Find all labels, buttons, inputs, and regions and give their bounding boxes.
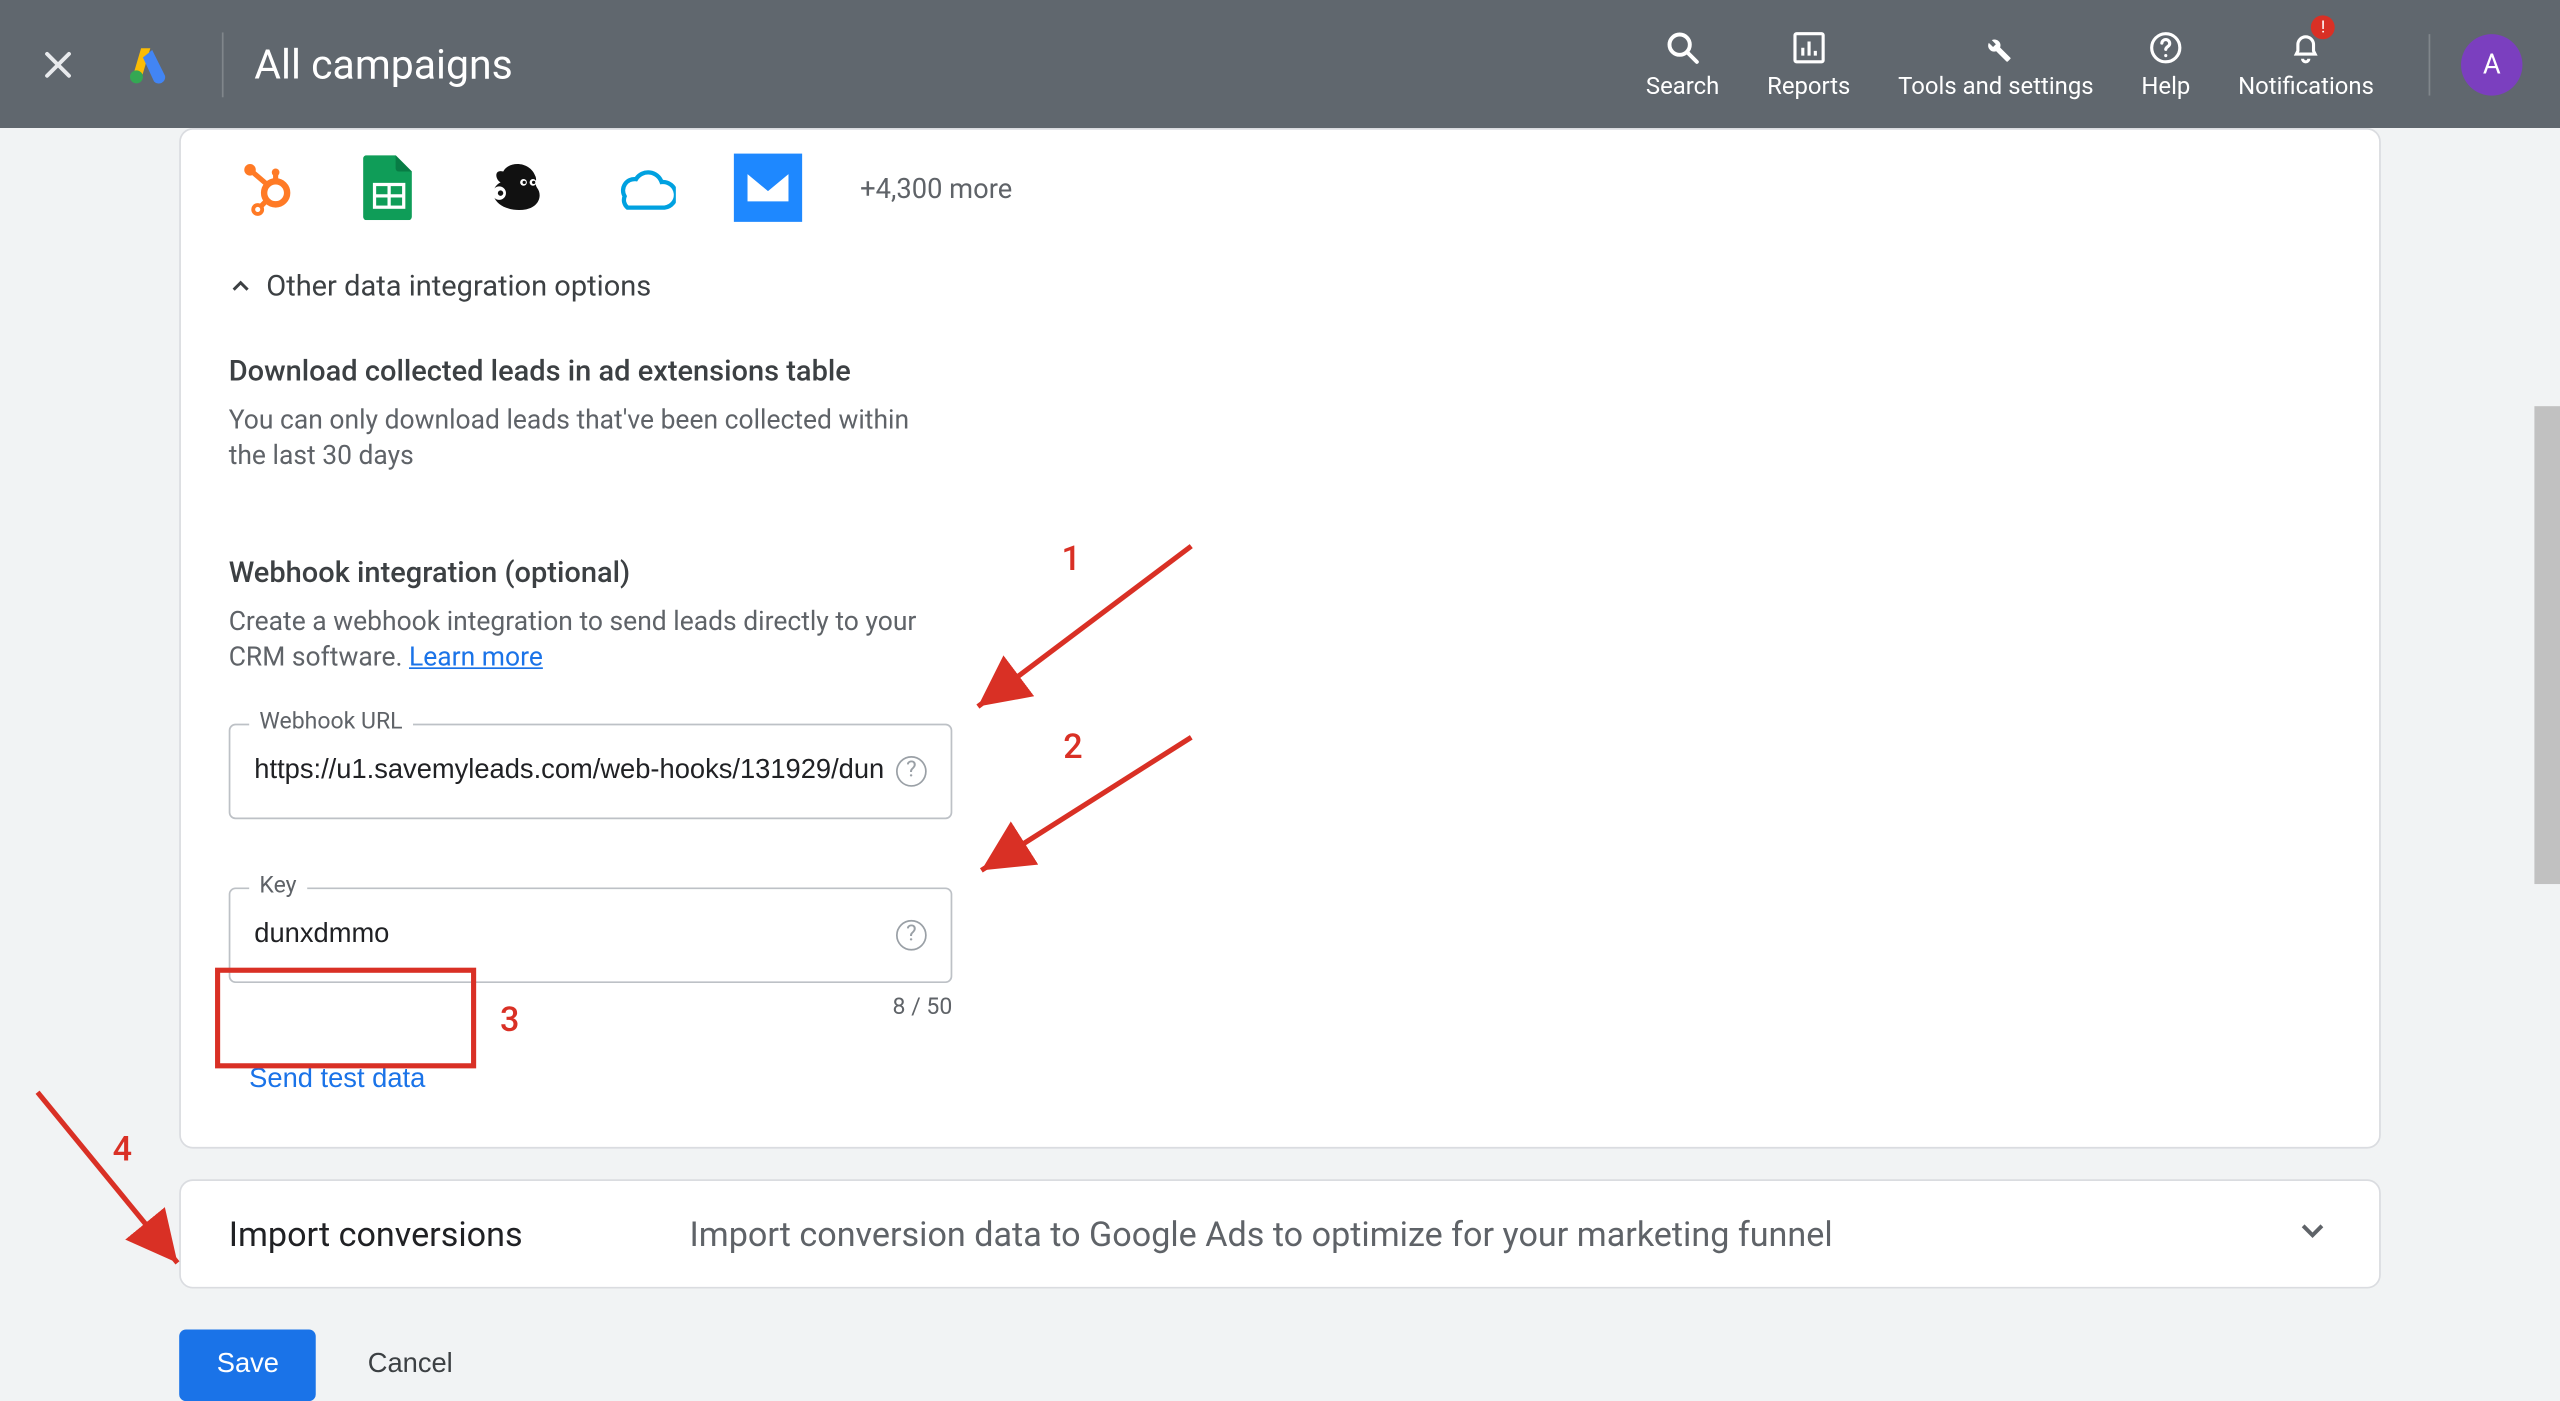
help-icon[interactable]: ? — [896, 919, 927, 950]
scrollbar-thumb[interactable] — [2534, 406, 2560, 884]
download-desc: You can only download leads that've been… — [229, 403, 929, 474]
webhook-url-label: Webhook URL — [249, 708, 413, 735]
send-test-data-button[interactable]: Send test data — [229, 1047, 446, 1112]
nav-notifications-label: Notifications — [2238, 74, 2374, 103]
google-sheets-icon[interactable] — [355, 154, 423, 222]
import-conversions-row[interactable]: Import conversions Import conversion dat… — [179, 1179, 2381, 1288]
notification-badge: ! — [2311, 16, 2335, 40]
nav-help[interactable]: Help — [2117, 0, 2214, 128]
reports-icon — [1790, 26, 1828, 70]
google-ads-logo — [126, 42, 170, 86]
other-integration-toggle[interactable]: Other data integration options — [229, 270, 2332, 304]
avatar[interactable]: A — [2461, 33, 2522, 94]
more-integrations-text[interactable]: +4,300 more — [860, 172, 1012, 204]
nav-reports[interactable]: Reports — [1743, 0, 1874, 128]
nav-reports-label: Reports — [1767, 74, 1850, 103]
search-icon — [1664, 26, 1702, 70]
import-conversions-title: Import conversions — [229, 1213, 690, 1254]
webhook-desc: Create a webhook integration to send lea… — [229, 604, 963, 675]
webhook-key-input[interactable] — [254, 919, 885, 950]
import-conversions-desc: Import conversion data to Google Ads to … — [689, 1213, 2293, 1254]
save-button[interactable]: Save — [179, 1329, 316, 1401]
bell-icon: ! — [2287, 26, 2325, 70]
key-char-counter: 8 / 50 — [229, 993, 953, 1020]
header-divider-right — [2429, 33, 2431, 94]
vertical-scrollbar[interactable] — [2534, 218, 2560, 1379]
nav-tools[interactable]: Tools and settings — [1874, 0, 2117, 128]
chevron-down-icon — [2294, 1211, 2332, 1255]
webhook-key-field: Key ? — [229, 887, 953, 983]
cancel-button[interactable]: Cancel — [357, 1329, 462, 1401]
webhook-url-input[interactable] — [254, 756, 885, 787]
chevron-up-icon — [229, 275, 253, 299]
help-icon — [2147, 26, 2185, 70]
webhook-desc-text: Create a webhook integration to send lea… — [229, 606, 917, 672]
hubspot-icon[interactable] — [229, 154, 297, 222]
salesforce-icon[interactable] — [608, 154, 676, 222]
nav-notifications[interactable]: ! Notifications — [2214, 0, 2398, 128]
download-heading: Download collected leads in ad extension… — [229, 355, 2332, 389]
header-divider — [222, 32, 224, 97]
nav-search-label: Search — [1646, 74, 1719, 103]
help-icon[interactable]: ? — [896, 756, 927, 787]
action-button-row: Save Cancel — [179, 1329, 2381, 1401]
page-title: All campaigns — [254, 40, 512, 88]
tools-icon — [1977, 26, 2015, 70]
webhook-url-field: Webhook URL ? — [229, 723, 953, 819]
integration-icon-row: +4,300 more — [229, 130, 2332, 222]
campaign-monitor-icon[interactable] — [734, 154, 802, 222]
app-header: All campaigns Search Reports — [0, 0, 2560, 128]
other-integration-label: Other data integration options — [266, 270, 651, 304]
nav-search[interactable]: Search — [1622, 0, 1743, 128]
nav-tools-label: Tools and settings — [1898, 74, 2093, 103]
mailchimp-icon[interactable] — [481, 154, 549, 222]
webhook-heading: Webhook integration (optional) — [229, 556, 2332, 590]
lead-integration-card: +4,300 more Other data integration optio… — [179, 128, 2381, 1148]
webhook-key-label: Key — [249, 872, 307, 899]
nav-help-label: Help — [2141, 74, 2190, 103]
learn-more-link[interactable]: Learn more — [409, 641, 543, 672]
close-button[interactable] — [20, 26, 95, 101]
